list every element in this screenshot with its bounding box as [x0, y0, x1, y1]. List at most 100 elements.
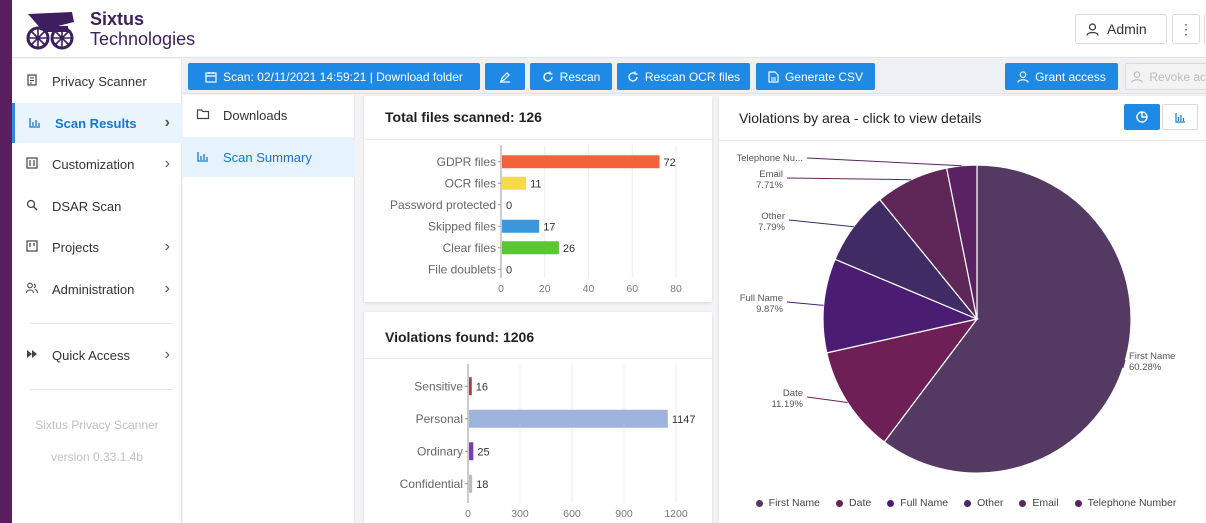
bar-chart-icon [197, 151, 208, 162]
scanner-icon [27, 73, 37, 86]
refresh-icon [543, 71, 553, 82]
sidebar-item-administration[interactable]: Administration › [12, 269, 182, 309]
legend-item[interactable]: Full Name [887, 494, 948, 512]
bar-view-button[interactable] [1162, 104, 1198, 130]
board-icon [12, 239, 52, 256]
legend-dot-icon [887, 499, 895, 507]
bar[interactable] [502, 155, 660, 169]
pie-slice-percent: 60.28% [1129, 362, 1162, 373]
category-label: Sensitive [414, 379, 463, 393]
chevron-right-icon: › [164, 155, 170, 172]
more-options-button[interactable]: ⋮ [1172, 14, 1200, 44]
bar-value-label: 25 [477, 446, 489, 458]
admin-menu-button[interactable]: Admin [1075, 14, 1167, 44]
user-icon [1131, 70, 1143, 83]
legend-item[interactable]: Other [964, 494, 1003, 512]
sidebar-item-label: Quick Access [52, 347, 131, 363]
scan-download-folder-button[interactable]: Scan: 02/11/2021 14:59:21 | Download fol… [188, 63, 480, 90]
pie-view-button[interactable] [1124, 104, 1160, 130]
pie-card-title: Violations by area - click to view detai… [739, 110, 982, 126]
legend-dot-icon [755, 499, 763, 507]
revoke-access-button[interactable]: Revoke acce [1125, 63, 1206, 90]
bar[interactable] [502, 219, 540, 233]
violations-found-card: Violations found: 1206 0 300 600 900 1200 Sen… [364, 312, 712, 523]
sidebar-item-projects[interactable]: Projects › [12, 227, 182, 267]
rescan-button[interactable]: Rescan [530, 63, 612, 90]
grant-access-button[interactable]: Grant access [1005, 63, 1118, 90]
fast-forward-icon [12, 347, 52, 364]
app-version-footer: version 0.33.1.4b [50, 450, 144, 464]
sidebar-item-label: Scan Results [55, 115, 137, 131]
pie-label-leader [786, 177, 912, 181]
rescan-ocr-label: Rescan OCR files [644, 69, 741, 84]
pie-slice-percent: 9.87% [756, 304, 783, 315]
legend-item[interactable]: Date [836, 494, 871, 512]
generate-csv-button[interactable]: Generate CSV [756, 63, 875, 90]
users-icon [25, 282, 39, 293]
pie-slice-label: Date [783, 388, 803, 399]
bar[interactable] [502, 176, 527, 190]
refresh-icon [628, 71, 638, 82]
rescan-label: Rescan [559, 69, 601, 84]
bar-value-label: 72 [664, 157, 676, 169]
bar[interactable] [502, 241, 559, 255]
folder-item-scan-summary[interactable]: Scan Summary [183, 137, 355, 177]
toolbar: Scan: 02/11/2021 14:59:21 | Download fol… [183, 59, 1206, 94]
x-tick-label: 1200 [664, 508, 688, 520]
pie-slice-label: First Name [1129, 351, 1175, 362]
sidebar-divider [30, 389, 172, 390]
category-label: Clear files [443, 241, 496, 255]
sidebar-item-label: Privacy Scanner [52, 73, 147, 89]
sidebar-item-privacy-scanner[interactable]: Privacy Scanner [12, 61, 182, 101]
edit-button[interactable] [485, 63, 525, 90]
folder-item-label: Scan Summary [223, 149, 312, 165]
search-icon [12, 198, 52, 215]
pie-legend: First Name Date Full Name Other Email Telepho… [719, 494, 1206, 512]
sidebar-item-quick-access[interactable]: Quick Access › [12, 335, 182, 375]
legend-dot-icon [1019, 499, 1027, 507]
category-label: File doublets [428, 262, 496, 276]
violations-pie-chart: First Name60.28% Date11.19% Full Name9.87%… [736, 153, 1175, 474]
sidebar-item-scan-results[interactable]: Scan Results › [12, 103, 182, 143]
files-scanned-count: 126 [518, 109, 542, 125]
folder-icon [183, 107, 223, 124]
pencil-icon [500, 71, 510, 83]
bar[interactable] [469, 442, 474, 461]
legend-item[interactable]: First Name [755, 494, 820, 512]
bar[interactable] [469, 409, 668, 428]
legend-label: Telephone Number [1087, 497, 1177, 509]
files-scanned-title: Total files scanned: 126 [385, 109, 542, 125]
generate-csv-label: Generate CSV [784, 69, 864, 84]
scan-download-folder-label: Scan: 02/11/2021 14:59:21 | Download fol… [223, 69, 463, 84]
x-tick-label: 300 [511, 508, 529, 520]
bar-value-label: 26 [563, 243, 575, 255]
pie-slice-label: Email [759, 169, 783, 180]
bar-chart-icon [1175, 113, 1185, 123]
revoke-access-label: Revoke acce [1149, 69, 1206, 84]
bar-chart-icon [29, 117, 40, 128]
x-tick-label: 0 [498, 283, 504, 295]
bar[interactable] [469, 377, 472, 396]
folder-icon [196, 108, 210, 119]
violations-title: Violations found: 1206 [385, 329, 534, 345]
pie-slice-percent: 7.71% [756, 180, 783, 191]
pie-slice-label: Full Name [740, 293, 783, 304]
sidebar-item-customization[interactable]: Customization › [12, 144, 182, 184]
folder-item-downloads[interactable]: Downloads [183, 95, 355, 135]
sidebar-item-dsar-scan[interactable]: DSAR Scan [12, 186, 182, 226]
violations-by-area-card: Violations by area - click to view detai… [719, 96, 1206, 523]
pie-slice-percent: 11.19% [771, 399, 803, 410]
pie-slice-percent: 7.79% [758, 222, 785, 233]
user-icon [1017, 70, 1029, 83]
bar[interactable] [469, 474, 473, 493]
legend-item[interactable]: Email [1019, 494, 1059, 512]
legend-item[interactable]: Telephone Number [1074, 494, 1177, 512]
category-label: Password protected [390, 198, 496, 212]
bar-value-label: 18 [476, 479, 488, 491]
sidebar: Privacy Scanner Scan Results › Customizatio… [12, 59, 182, 523]
chevron-right-icon: › [164, 346, 170, 363]
category-label: OCR files [445, 176, 496, 190]
chevron-right-icon: › [164, 114, 170, 131]
bar-value-label: 0 [506, 200, 512, 212]
rescan-ocr-button[interactable]: Rescan OCR files [617, 63, 750, 90]
